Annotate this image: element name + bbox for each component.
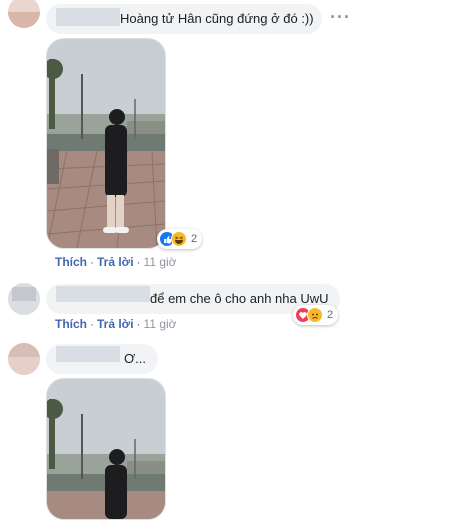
- comment-photo[interactable]: [46, 38, 166, 249]
- reaction-count: 2: [327, 309, 334, 321]
- avatar[interactable]: [8, 0, 40, 28]
- reply-link[interactable]: Trả lời: [97, 255, 134, 269]
- comment-actions: Thích · Trả lời · 11 giờ: [55, 317, 177, 331]
- redacted-name: [56, 286, 150, 302]
- avatar[interactable]: [8, 283, 40, 315]
- reply-link[interactable]: Trả lời: [97, 317, 134, 331]
- comment-bubble: Hoàng tử Hân cũng đứng ở đó :)): [46, 4, 322, 34]
- photo-image: [47, 39, 165, 248]
- comment-timestamp[interactable]: 11 giờ: [144, 317, 177, 331]
- like-link[interactable]: Thích: [55, 255, 87, 269]
- sad-icon: [307, 307, 323, 323]
- photo-image: [47, 379, 165, 519]
- like-link[interactable]: Thích: [55, 317, 87, 331]
- redacted-name: [56, 346, 120, 362]
- avatar[interactable]: [8, 343, 40, 375]
- redacted-name: [56, 8, 120, 26]
- comment-text: Ơ...: [124, 351, 146, 366]
- more-options-icon[interactable]: ···: [330, 7, 351, 28]
- reaction-summary[interactable]: 2: [157, 229, 203, 249]
- comment-bubble: Ơ...: [46, 344, 158, 374]
- comment-photo[interactable]: [46, 378, 166, 520]
- haha-icon: [171, 231, 187, 247]
- reaction-count: 2: [191, 233, 198, 245]
- comment-text: Hoàng tử Hân cũng đứng ở đó :)): [120, 11, 314, 26]
- comment-timestamp[interactable]: 11 giờ: [144, 255, 177, 269]
- comment-actions: Thích · Trả lời · 11 giờ: [55, 255, 177, 269]
- reaction-summary[interactable]: 2: [293, 305, 339, 325]
